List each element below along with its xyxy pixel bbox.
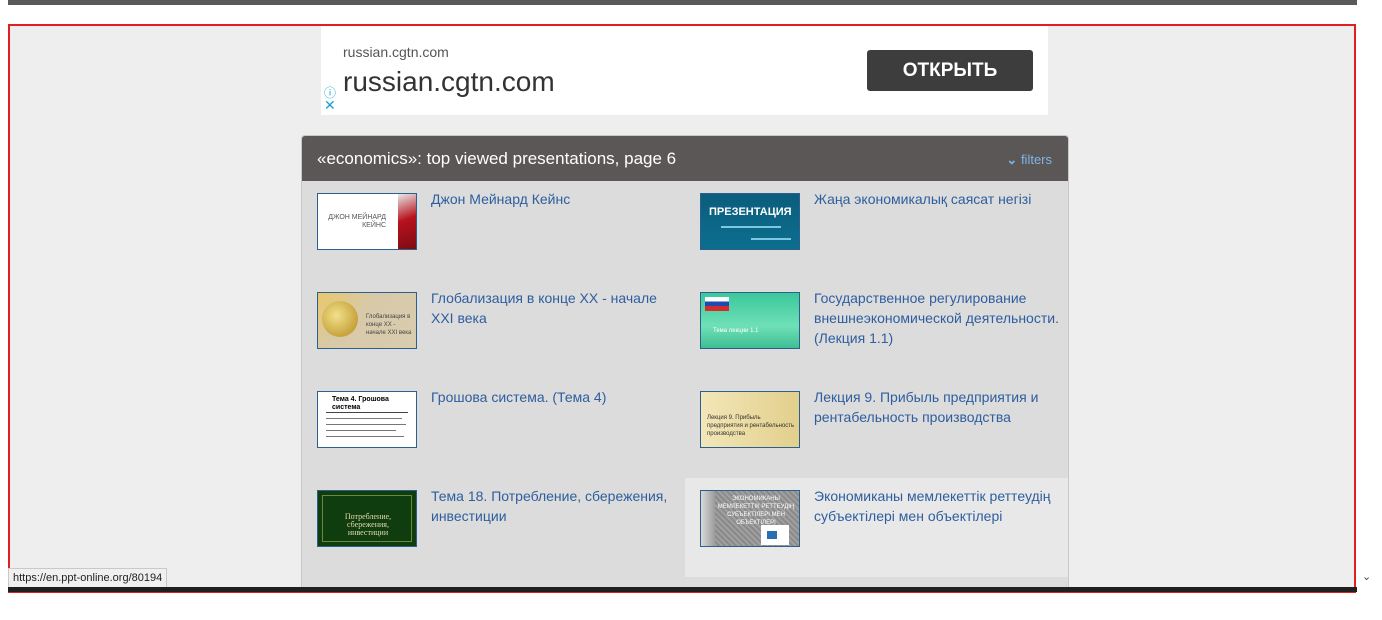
chevron-down-icon: ⌄ xyxy=(1006,152,1018,167)
presentation-thumbnail[interactable]: Потребление, сбережения, инвестиции xyxy=(317,490,417,547)
thumbnail-text: Глобализация в конце XX - начале XXI век… xyxy=(366,314,412,336)
presentation-title[interactable]: Жаңа экономикалық саясат негізі xyxy=(814,189,1059,209)
panel-title: «economics»: top viewed presentations, p… xyxy=(317,149,677,168)
close-icon[interactable]: ✕ xyxy=(324,98,336,112)
ad-domain-small: russian.cgtn.com xyxy=(343,44,449,60)
presentation-thumbnail[interactable]: ДЖОН МЕЙНАРД КЕЙНС xyxy=(317,193,417,250)
thumbnail-text: ДЖОН МЕЙНАРД КЕЙНС xyxy=(328,214,386,229)
presentation-item[interactable]: Потребление, сбережения, инвестиции Тема… xyxy=(302,478,685,577)
presentation-title[interactable]: Лекция 9. Прибыль предприятия и рентабел… xyxy=(814,387,1059,427)
thumbnail-text: Тема 4. Грошова система xyxy=(332,396,389,411)
presentation-item[interactable]: ЭКОНОМИКАНЫ МЕМЛЕКЕТТІК РЕТТЕУДІҢ СУБЪЕК… xyxy=(685,478,1068,577)
presentation-thumbnail[interactable]: Глобализация в конце XX - начале XXI век… xyxy=(317,292,417,349)
presentation-item[interactable]: Глобализация в конце XX - начале XXI век… xyxy=(302,280,685,379)
thumbnail-text: Потребление, сбережения, инвестиции xyxy=(344,512,392,537)
presentation-item[interactable]: ДЖОН МЕЙНАРД КЕЙНС Джон Мейнард Кейнс xyxy=(302,181,685,280)
thumbnail-text: ПРЕЗЕНТАЦИЯ xyxy=(709,206,792,218)
thumbnail-text: Тема лекции 1.1 xyxy=(713,328,759,334)
filters-label: filters xyxy=(1020,152,1052,167)
ad-banner[interactable]: russian.cgtn.com russian.cgtn.com ОТКРЫТ… xyxy=(321,26,1048,115)
presentation-thumbnail[interactable]: ЭКОНОМИКАНЫ МЕМЛЕКЕТТІК РЕТТЕУДІҢ СУБЪЕК… xyxy=(700,490,800,547)
presentation-thumbnail[interactable]: Лекция 9. Прибыль предприятия и рентабел… xyxy=(700,391,800,448)
browser-top-bar xyxy=(8,0,1357,5)
thumbnail-text: ЭКОНОМИКАНЫ МЕМЛЕКЕТТІК РЕТТЕУДІҢ СУБЪЕК… xyxy=(717,496,795,526)
presentation-item[interactable]: Тема лекции 1.1 Государственное регулиро… xyxy=(685,280,1068,379)
page-viewport: russian.cgtn.com russian.cgtn.com ОТКРЫТ… xyxy=(8,24,1356,593)
presentation-item[interactable]: Тема 4. Грошова система Грошова система.… xyxy=(302,379,685,478)
presentation-thumbnail[interactable]: ПРЕЗЕНТАЦИЯ xyxy=(700,193,800,250)
presentation-thumbnail[interactable]: Тема 4. Грошова система xyxy=(317,391,417,448)
presentation-title[interactable]: Экономиканы мемлекеттік реттеудің субъек… xyxy=(814,486,1059,526)
ad-open-button[interactable]: ОТКРЫТЬ xyxy=(867,50,1033,91)
scroll-down-arrow-icon[interactable]: ⌄ xyxy=(1362,570,1371,583)
presentation-title[interactable]: Тема 18. Потребление, сбережения, инвест… xyxy=(431,486,676,526)
panel-header: «economics»: top viewed presentations, p… xyxy=(302,136,1068,181)
presentation-title[interactable]: Джон Мейнард Кейнс xyxy=(431,189,676,209)
presentation-item[interactable]: ПРЕЗЕНТАЦИЯ Жаңа экономикалық саясат нег… xyxy=(685,181,1068,280)
filters-toggle[interactable]: ⌄ filters xyxy=(1006,152,1052,168)
taskbar xyxy=(8,587,1357,592)
presentations-panel: «economics»: top viewed presentations, p… xyxy=(301,135,1069,591)
thumbnail-text: Лекция 9. Прибыль предприятия и рентабел… xyxy=(707,415,795,437)
presentation-item[interactable]: Лекция 9. Прибыль предприятия и рентабел… xyxy=(685,379,1068,478)
link-status-bar: https://en.ppt-online.org/80194 xyxy=(8,568,168,589)
presentation-title[interactable]: Глобализация в конце XX - начале XXI век… xyxy=(431,288,676,328)
presentation-thumbnail[interactable]: Тема лекции 1.1 xyxy=(700,292,800,349)
presentation-title[interactable]: Государственное регулирование внешнеэкон… xyxy=(814,288,1059,348)
ad-domain-big[interactable]: russian.cgtn.com xyxy=(343,66,555,98)
presentation-title[interactable]: Грошова система. (Тема 4) xyxy=(431,387,676,407)
